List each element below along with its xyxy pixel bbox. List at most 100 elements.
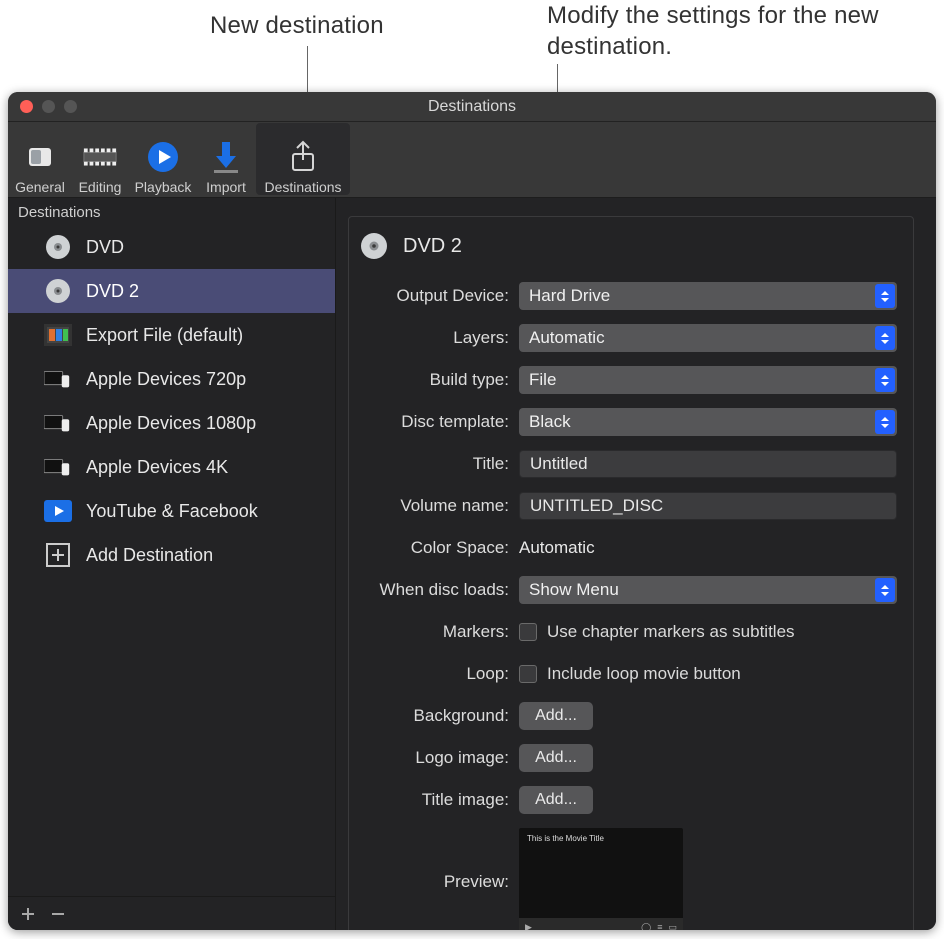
label-logo-image: Logo image: [359,748,519,768]
select-build-type[interactable]: File [519,366,897,394]
disc-icon [359,231,389,261]
select-value: Black [529,412,571,432]
window-title: Destinations [8,98,936,116]
sidebar-item-label: Apple Devices 720p [86,369,246,390]
label-build-type: Build type: [359,370,519,390]
sidebar-item-apple-1080p[interactable]: Apple Devices 1080p [8,401,335,445]
add-button[interactable] [18,904,38,924]
minimize-icon[interactable] [42,100,55,113]
detail-panel: DVD 2 Output Device: Hard Drive Layers: … [336,198,936,930]
play-circle-icon [145,139,181,175]
annotation-text: New destination [210,12,384,39]
label-background: Background: [359,706,519,726]
control-icon: ◯ [641,922,651,931]
stepper-icon [875,326,895,350]
sidebar-item-label: Export File (default) [86,325,243,346]
label-output-device: Output Device: [359,286,519,306]
play-icon: ▶ [525,922,532,931]
label-title-image: Title image: [359,790,519,810]
sidebar-header: Destinations [8,198,335,225]
value-color-space: Automatic [519,538,897,558]
sidebar-item-export-file[interactable]: Export File (default) [8,313,335,357]
label-markers: Markers: [359,622,519,642]
sidebar-item-label: YouTube & Facebook [86,501,258,522]
sidebar-item-label: Add Destination [86,545,213,566]
checkbox-markers[interactable] [519,623,537,641]
sidebar-item-youtube-facebook[interactable]: YouTube & Facebook [8,489,335,533]
select-disc-template[interactable]: Black [519,408,897,436]
checkbox-loop[interactable] [519,665,537,683]
checkbox-label: Use chapter markers as subtitles [547,622,795,642]
tab-general[interactable]: General [10,123,70,195]
select-value: Show Menu [529,580,619,600]
button-label: Add... [535,749,577,767]
label-volume-name: Volume name: [359,496,519,516]
devices-icon [44,409,72,437]
annotation-new-destination: New destination [210,12,430,40]
input-value: UNTITLED_DISC [530,496,663,516]
sidebar-item-label: Apple Devices 4K [86,457,228,478]
stepper-icon [875,578,895,602]
disc-icon [44,277,72,305]
maximize-icon[interactable] [64,100,77,113]
tab-editing[interactable]: Editing [70,123,130,195]
preferences-window: Destinations General Editing Playback Im… [8,92,936,930]
plus-box-icon [44,541,72,569]
sidebar-item-dvd-2[interactable]: DVD 2 [8,269,335,313]
sidebar-item-label: Apple Devices 1080p [86,413,256,434]
tab-import[interactable]: Import [196,123,256,195]
preview-controls: ▶ ◯ ≡ ▭ [519,918,683,930]
label-layers: Layers: [359,328,519,348]
devices-icon [44,453,72,481]
tab-label: General [15,179,65,195]
toolbar: General Editing Playback Import Destinat… [8,122,936,198]
control-icon: ▭ [668,922,677,931]
preview-thumbnail[interactable]: This is the Movie Title ▶ ◯ ≡ ▭ [519,828,683,930]
content-area: Destinations DVD DVD 2 [8,198,936,930]
input-title[interactable]: Untitled [519,450,897,478]
sidebar-footer [8,896,335,930]
close-icon[interactable] [20,100,33,113]
label-loop: Loop: [359,664,519,684]
label-color-space: Color Space: [359,538,519,558]
select-when-disc-loads[interactable]: Show Menu [519,576,897,604]
detail-title: DVD 2 [403,235,462,258]
sidebar-item-dvd[interactable]: DVD [8,225,335,269]
select-value: Hard Drive [529,286,610,306]
label-disc-template: Disc template: [359,412,519,432]
preview-movie-title: This is the Movie Title [519,828,683,843]
control-icon: ≡ [657,922,662,930]
tab-playback[interactable]: Playback [130,123,196,195]
sidebar-list: DVD DVD 2 Export File (default) [8,225,335,896]
annotation-modify-settings: Modify the settings for the new destinat… [547,0,907,62]
button-add-background[interactable]: Add... [519,702,593,730]
tab-label: Destinations [264,179,341,195]
label-when-disc-loads: When disc loads: [359,580,519,600]
select-value: Automatic [529,328,605,348]
sidebar-item-add-destination[interactable]: Add Destination [8,533,335,577]
youtube-icon [44,497,72,525]
stepper-icon [875,284,895,308]
share-icon [285,139,321,175]
filmstrip-icon [44,321,72,349]
select-layers[interactable]: Automatic [519,324,897,352]
devices-icon [44,365,72,393]
select-value: File [529,370,556,390]
tab-label: Import [206,179,246,195]
label-title: Title: [359,454,519,474]
remove-button[interactable] [48,904,68,924]
switch-icon [22,139,58,175]
input-volume-name[interactable]: UNTITLED_DISC [519,492,897,520]
download-arrow-icon [208,139,244,175]
stepper-icon [875,368,895,392]
timeline-icon [82,139,118,175]
sidebar-item-label: DVD 2 [86,281,139,302]
sidebar: Destinations DVD DVD 2 [8,198,336,930]
disc-icon [44,233,72,261]
button-add-logo-image[interactable]: Add... [519,744,593,772]
sidebar-item-apple-4k[interactable]: Apple Devices 4K [8,445,335,489]
button-add-title-image[interactable]: Add... [519,786,593,814]
tab-destinations[interactable]: Destinations [256,123,350,195]
select-output-device[interactable]: Hard Drive [519,282,897,310]
sidebar-item-apple-720p[interactable]: Apple Devices 720p [8,357,335,401]
